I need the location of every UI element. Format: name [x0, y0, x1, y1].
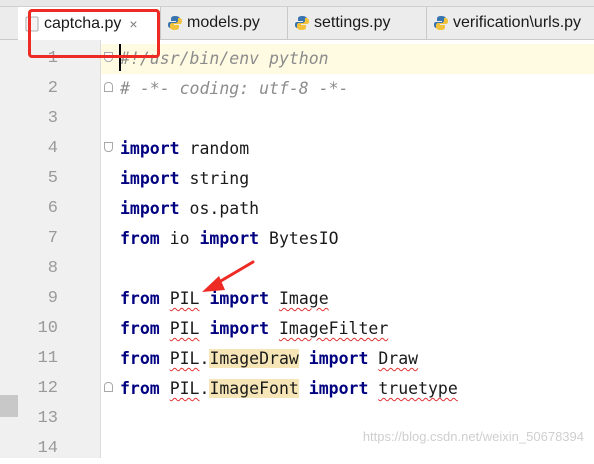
code-token: Image — [278, 289, 329, 308]
tab-settings-py[interactable]: settings.py — [288, 7, 427, 39]
code-line[interactable]: import os.path — [120, 194, 259, 224]
keyword-token: import — [120, 169, 180, 188]
code-line[interactable]: from PIL.ImageFont import truetype — [120, 374, 458, 404]
code-line[interactable]: from io import BytesIO — [120, 224, 339, 254]
tab-label: captcha.py — [44, 14, 122, 32]
line-number: 8 — [47, 259, 58, 278]
watermark-text: https://blog.csdn.net/weixin_50678394 — [362, 429, 584, 444]
keyword-token: import — [120, 199, 180, 218]
code-token: PIL — [169, 289, 200, 308]
line-number: 1 — [47, 49, 58, 68]
keyword-token: from — [120, 289, 160, 308]
line-number: 11 — [37, 349, 58, 368]
line-number: 5 — [47, 169, 58, 188]
code-token: . — [199, 379, 210, 398]
code-token: PIL — [169, 379, 200, 398]
code-token: ImageDraw — [209, 349, 299, 368]
code-token: BytesIO — [259, 229, 339, 248]
line-number: 14 — [37, 439, 58, 458]
code-line[interactable]: #!/usr/bin/env python — [120, 44, 329, 74]
keyword-token: import — [199, 229, 260, 248]
code-token: truetype — [378, 379, 458, 398]
keyword-token: import — [308, 349, 369, 368]
comment-token: #!/usr/bin/env python — [120, 49, 329, 68]
python-file-icon — [434, 16, 448, 30]
fold-marker-icon[interactable] — [104, 142, 113, 152]
code-line[interactable]: import string — [120, 164, 249, 194]
line-number: 9 — [47, 289, 58, 308]
fold-marker-icon[interactable] — [104, 52, 113, 62]
code-token: PIL — [169, 319, 200, 338]
python-file-icon — [295, 16, 309, 30]
line-number: 7 — [47, 229, 58, 248]
code-token: PIL — [169, 349, 200, 368]
line-number: 2 — [47, 79, 58, 98]
code-token: . — [199, 349, 210, 368]
code-token: random — [179, 139, 250, 158]
code-line[interactable]: import random — [120, 134, 249, 164]
line-number: 12 — [37, 379, 58, 398]
line-number: 3 — [47, 109, 58, 128]
line-number: 10 — [37, 319, 58, 338]
keyword-token: from — [120, 349, 160, 368]
code-token: os.path — [179, 199, 260, 218]
code-token: string — [179, 169, 250, 188]
editor-tab-bar: captcha.py × models.py settings.py verif… — [0, 7, 594, 40]
tool-window-strip — [0, 40, 18, 458]
keyword-token: from — [120, 379, 160, 398]
keyword-token: from — [120, 319, 160, 338]
code-token: ImageFilter — [278, 319, 389, 338]
keyword-token: from — [120, 229, 160, 248]
python-file-icon — [168, 16, 182, 30]
code-token: Draw — [378, 349, 419, 368]
close-tab-icon[interactable]: × — [129, 16, 137, 32]
keyword-token: import — [308, 379, 369, 398]
fold-marker-icon[interactable] — [104, 82, 113, 92]
line-number: 4 — [47, 139, 58, 158]
keyword-token: import — [209, 319, 270, 338]
tab-models-py[interactable]: models.py — [161, 7, 288, 39]
fold-marker-icon[interactable] — [104, 382, 113, 392]
tab-label: models.py — [187, 14, 260, 31]
keyword-token: import — [120, 139, 180, 158]
code-line[interactable]: # -*- coding: utf-8 -*- — [120, 74, 348, 104]
tab-captcha-py[interactable]: captcha.py × — [18, 7, 161, 40]
code-token: io — [159, 229, 200, 248]
tab-label: verification\urls.py — [453, 14, 582, 31]
tab-verification-urls-py[interactable]: verification\urls.py — [427, 7, 594, 39]
code-line[interactable]: from PIL.ImageDraw import Draw — [120, 344, 418, 374]
previous-tab-strip — [0, 0, 594, 7]
code-token: ImageFont — [209, 379, 299, 398]
line-number: 6 — [47, 199, 58, 218]
comment-token: # -*- coding: utf-8 -*- — [120, 79, 349, 98]
line-number: 13 — [37, 409, 58, 428]
code-line[interactable]: from PIL import ImageFilter — [120, 314, 388, 344]
python-file-icon — [25, 16, 39, 31]
keyword-token: import — [209, 289, 270, 308]
text-cursor — [119, 44, 121, 71]
code-line[interactable]: from PIL import Image — [120, 284, 329, 314]
tab-label: settings.py — [314, 14, 391, 31]
scroll-marker — [0, 395, 18, 417]
